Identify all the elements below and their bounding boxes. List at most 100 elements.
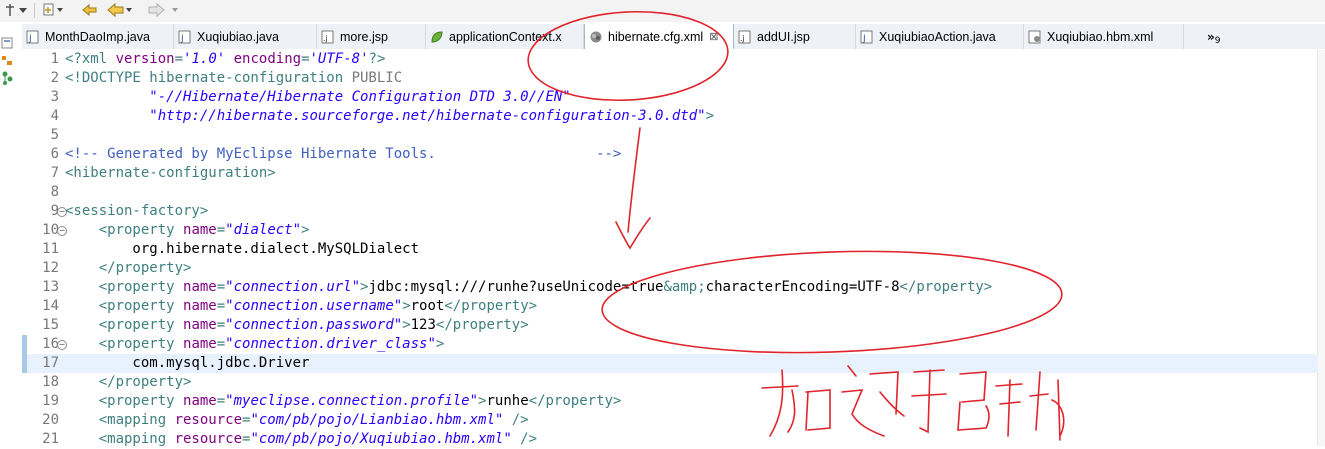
code-token: <property: [98, 279, 184, 295]
code-text: <?xml version='1.0' encoding='UTF-8'?>: [65, 50, 385, 69]
code-text: <mapping resource="com/pb/pojo/Lianbiao.…: [65, 411, 529, 430]
close-icon[interactable]: ⊠: [709, 30, 718, 43]
line-number: 13: [42, 279, 59, 295]
jsp-file-icon: .j: [738, 30, 751, 43]
svg-text:J: J: [180, 34, 184, 44]
code-line[interactable]: 13 <property name="connection.url">jdbc:…: [22, 278, 1318, 297]
code-token: name: [183, 279, 217, 295]
code-token: </property>: [98, 260, 192, 276]
code-line[interactable]: 5: [22, 126, 1318, 145]
forward-icon[interactable]: [148, 1, 182, 19]
code-text: <property name="myeclipse.connection.pro…: [65, 392, 622, 411]
tab-xuqiubiao-java[interactable]: J Xuqiubiao.java: [174, 24, 317, 49]
jsp-file-icon: .j: [321, 30, 334, 43]
code-line[interactable]: 19 <property name="myeclipse.connection.…: [22, 392, 1318, 411]
tab-overflow-count: 9: [1214, 35, 1221, 46]
code-token: >: [301, 222, 310, 238]
overview-ruler: [1317, 50, 1325, 446]
code-token: =: [216, 317, 226, 333]
code-line[interactable]: 11 org.hibernate.dialect.MySQLDialect: [22, 240, 1318, 259]
code-token: 123: [410, 317, 436, 333]
tab-more-jsp[interactable]: .j more.jsp: [317, 24, 426, 49]
code-token: >: [402, 298, 411, 314]
code-line[interactable]: 18 </property>: [22, 373, 1318, 392]
editor-tab-bar: J MonthDaoImp.java J Xuqiubiao.java .j m…: [22, 24, 1325, 49]
code-line[interactable]: 17 com.mysql.jdbc.Driver: [22, 354, 1318, 373]
tab-hibernate-cfg[interactable]: hibernate.cfg.xml ⊠: [584, 24, 734, 49]
tab-label: hibernate.cfg.xml: [608, 29, 704, 44]
code-token: />: [511, 431, 538, 447]
code-line[interactable]: 21 <mapping resource="com/pb/pojo/Xuqiub…: [22, 430, 1318, 449]
code-token: resource: [174, 431, 243, 447]
code-text: <property name="connection.username">roo…: [65, 297, 537, 316]
xml-editor[interactable]: 1 <?xml version='1.0' encoding='UTF-8'?> 2…: [22, 50, 1325, 449]
tab-label: MonthDaoImp.java: [45, 29, 150, 44]
code-text: <session-factory>: [65, 202, 208, 221]
code-line[interactable]: 1 <?xml version='1.0' encoding='UTF-8'?>: [22, 50, 1318, 69]
next-annotation-icon[interactable]: [42, 1, 64, 19]
code-token: </property>: [435, 317, 529, 333]
pin-icon[interactable]: [4, 1, 16, 19]
line-number: 14: [42, 298, 59, 314]
code-line[interactable]: 3 "-//Hibernate/Hibernate Configuration …: [22, 88, 1318, 107]
code-token: &amp;: [663, 279, 706, 295]
java-file-icon: J: [26, 30, 39, 44]
code-token: version: [115, 51, 175, 67]
code-line[interactable]: 14 <property name="connection.username">…: [22, 297, 1318, 316]
code-line[interactable]: 12 </property>: [22, 259, 1318, 278]
code-token: resource: [174, 412, 243, 428]
code-text: <property name="dialect">: [65, 221, 310, 240]
last-edit-icon[interactable]: [80, 1, 102, 19]
code-token: <property: [98, 317, 184, 333]
code-text: "http://hibernate.sourceforge.net/hibern…: [65, 107, 714, 126]
code-line[interactable]: 16− <property name="connection.driver_cl…: [22, 335, 1318, 354]
code-token: =: [174, 51, 184, 67]
main-toolbar: [0, 0, 1325, 22]
line-number: 18: [42, 374, 59, 390]
hierarchy-icon[interactable]: [1, 70, 13, 89]
code-token: <hibernate-configuration>: [65, 165, 276, 181]
outline-icon[interactable]: [1, 52, 13, 71]
tab-applicationcontext[interactable]: applicationContext.x: [426, 24, 584, 49]
code-token: <!-- Generated by MyEclipse Hibernate To…: [65, 146, 622, 162]
code-token: <property: [98, 298, 184, 314]
code-token: root: [410, 298, 445, 314]
code-line[interactable]: 2 <!DOCTYPE hibernate-configuration PUBLI…: [22, 69, 1318, 88]
code-token: "dialect": [225, 222, 302, 238]
line-number: 7: [50, 165, 59, 181]
code-line[interactable]: 7 <hibernate-configuration>: [22, 164, 1318, 183]
line-number: 21: [42, 431, 59, 447]
code-token: ?>: [368, 51, 386, 67]
code-token: com.mysql.jdbc.Driver: [65, 355, 310, 371]
tab-xuqiubiaoaction[interactable]: J XuqiubiaoAction.java: [856, 24, 1024, 49]
code-token: PUBLIC: [351, 70, 403, 86]
chevron-double-right-icon: »: [1207, 29, 1215, 44]
dropdown-icon[interactable]: [18, 1, 28, 19]
tab-overflow-button[interactable]: » 9: [1207, 24, 1221, 49]
code-line[interactable]: 9− <session-factory>: [22, 202, 1318, 221]
side-view-tools: [0, 30, 18, 110]
code-token: =: [216, 279, 226, 295]
package-explorer-icon[interactable]: [1, 34, 13, 53]
code-line[interactable]: 8: [22, 183, 1318, 202]
tab-xuqiubiao-hbm[interactable]: Xuqiubiao.hbm.xml: [1024, 24, 1184, 49]
back-icon[interactable]: [106, 1, 132, 19]
tab-label: applicationContext.x: [449, 29, 562, 44]
code-token: >: [705, 108, 715, 124]
code-token: name: [183, 393, 217, 409]
tab-monthdaoimp[interactable]: J MonthDaoImp.java: [22, 24, 174, 49]
code-line[interactable]: 10− <property name="dialect">: [22, 221, 1318, 240]
code-line[interactable]: 4 "http://hibernate.sourceforge.net/hibe…: [22, 107, 1318, 126]
code-line[interactable]: 15 <property name="connection.password">…: [22, 316, 1318, 335]
code-token: />: [503, 412, 529, 428]
code-line[interactable]: 6 <!-- Generated by MyEclipse Hibernate T…: [22, 145, 1318, 164]
tab-addui-jsp[interactable]: .j addUI.jsp: [734, 24, 856, 49]
code-line[interactable]: 20 <mapping resource="com/pb/pojo/Lianbi…: [22, 411, 1318, 430]
